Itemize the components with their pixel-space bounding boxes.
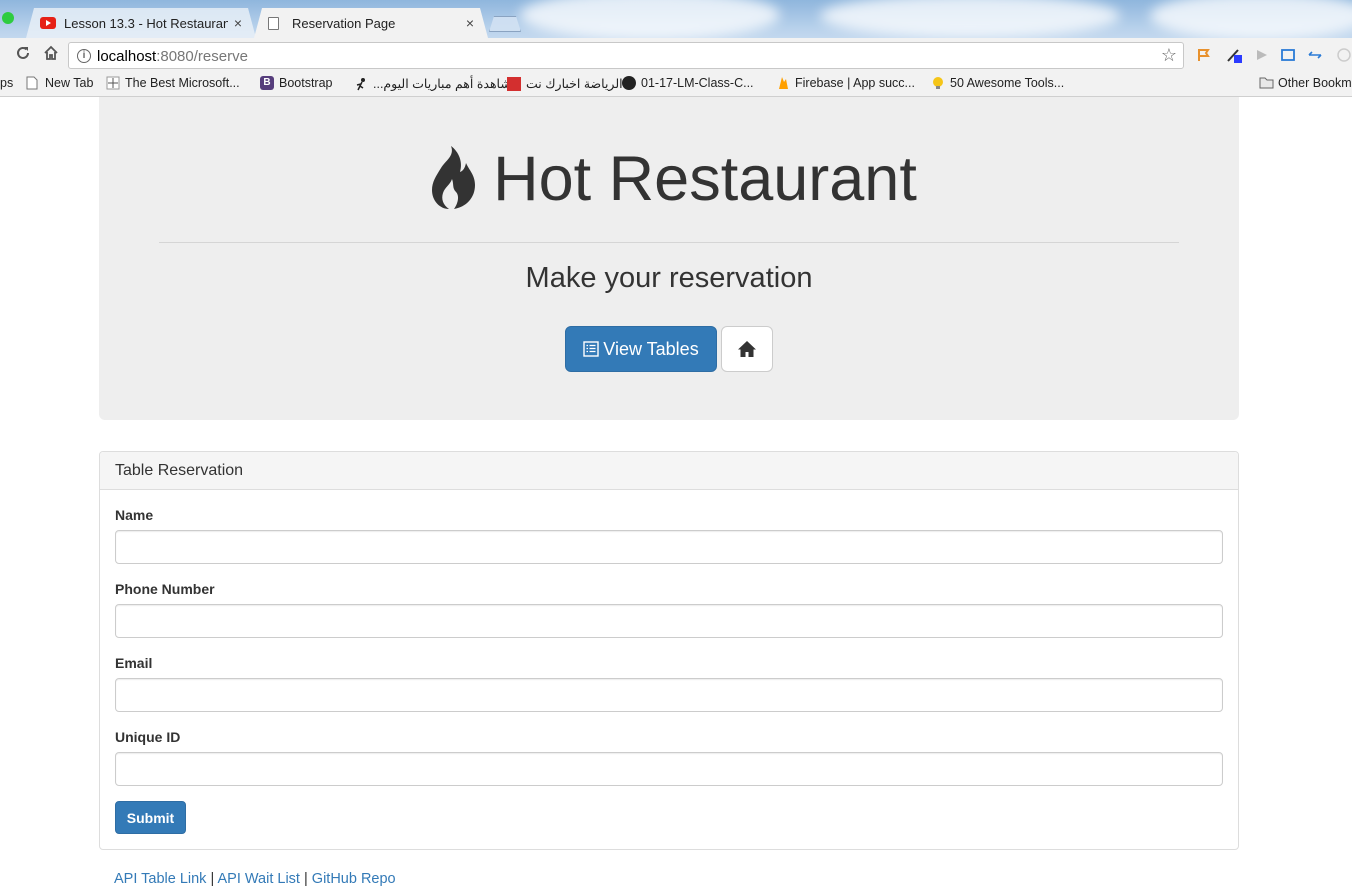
browser-toolbar: i localhost:8080/reserve ☆: [0, 38, 1352, 72]
brand-text: Hot Restaurant: [493, 144, 917, 214]
close-icon[interactable]: ×: [466, 15, 474, 31]
name-input[interactable]: [115, 530, 1223, 564]
browser-chrome: Lesson 13.3 - Hot Restaurant × Reservati…: [0, 0, 1352, 97]
window-maximize-button[interactable]: [2, 12, 14, 24]
bootstrap-icon: B: [260, 76, 274, 90]
bookmark-arabic-news[interactable]: الرياضة اخبارك نت: [507, 76, 623, 91]
document-icon: [26, 76, 40, 90]
folder-icon: [1259, 76, 1274, 90]
bookmark-bootstrap[interactable]: B Bootstrap: [260, 76, 333, 90]
fire-icon: [421, 144, 479, 210]
phone-input[interactable]: [115, 604, 1223, 638]
api-table-link[interactable]: API Table Link: [114, 871, 206, 887]
extension-icon[interactable]: [1226, 47, 1242, 63]
bulb-icon: [931, 76, 945, 90]
bookmark-awesome-tools[interactable]: 50 Awesome Tools...: [931, 76, 1064, 90]
api-wait-list-link[interactable]: API Wait List: [217, 871, 299, 887]
bookmark-new-tab[interactable]: New Tab: [26, 76, 93, 90]
bookmark-star-icon[interactable]: ☆: [1161, 45, 1177, 66]
tab-title: Lesson 13.3 - Hot Restaurant: [64, 15, 228, 31]
unique-id-label: Unique ID: [115, 729, 181, 745]
tab-lesson[interactable]: Lesson 13.3 - Hot Restaurant ×: [26, 8, 256, 38]
extension-icon[interactable]: [1280, 47, 1296, 63]
github-repo-link[interactable]: GitHub Repo: [312, 871, 396, 887]
home-icon[interactable]: [40, 44, 62, 66]
sky-cloud: [520, 0, 780, 40]
tab-reservation[interactable]: Reservation Page ×: [254, 8, 488, 38]
news-icon: [507, 76, 521, 91]
home-icon: [738, 341, 756, 357]
page-subtitle: Make your reservation: [525, 262, 813, 294]
tab-title: Reservation Page: [292, 15, 396, 31]
sky-cloud: [1150, 0, 1352, 40]
home-button[interactable]: [721, 326, 773, 372]
github-icon: [622, 76, 636, 90]
extension-icon[interactable]: [1254, 47, 1270, 63]
compass-icon: [106, 76, 120, 90]
email-label: Email: [115, 655, 153, 671]
separator: |: [303, 871, 308, 887]
bookmark-arabic-matches[interactable]: مشاهدة أهم مباريات اليوم...: [354, 76, 518, 91]
reservation-panel: Table Reservation Name Phone Number Emai…: [99, 451, 1239, 850]
list-icon: [583, 341, 599, 357]
footer-links: API Table Link | API Wait List | GitHub …: [114, 871, 396, 887]
youtube-icon: [40, 17, 56, 29]
phone-label: Phone Number: [115, 581, 215, 597]
bookmark-github[interactable]: 01-17-LM-Class-C...: [622, 76, 754, 90]
separator: |: [210, 871, 215, 887]
extension-icon[interactable]: [1196, 47, 1212, 63]
divider: [159, 242, 1179, 243]
address-bar[interactable]: i localhost:8080/reserve ☆: [68, 42, 1184, 69]
info-icon[interactable]: i: [77, 49, 91, 63]
reload-icon[interactable]: [12, 44, 34, 66]
sky-cloud: [820, 0, 1120, 38]
bookmarks-bar: ps New Tab The Best Microsoft... B Boots…: [0, 72, 1352, 97]
bookmark-apps[interactable]: ps: [0, 76, 13, 90]
close-icon[interactable]: ×: [234, 15, 242, 31]
jumbotron-header: Hot Restaurant Make your reservation Vie…: [99, 97, 1239, 420]
url-text: localhost:8080/reserve: [97, 48, 248, 65]
new-tab-button[interactable]: [489, 16, 521, 32]
bookmark-firebase[interactable]: Firebase | App succ...: [776, 76, 915, 90]
view-tables-label: View Tables: [603, 338, 699, 359]
document-icon: [268, 17, 284, 29]
extension-icon[interactable]: [1307, 47, 1323, 63]
panel-title: Table Reservation: [100, 452, 1238, 490]
bookmark-other[interactable]: Other Bookm: [1259, 76, 1352, 90]
unique-id-input[interactable]: [115, 752, 1223, 786]
firebase-icon: [776, 76, 790, 90]
runner-icon: [354, 77, 368, 91]
view-tables-button[interactable]: View Tables: [565, 326, 717, 372]
page-title: Hot Restaurant: [99, 143, 1239, 216]
submit-button[interactable]: Submit: [115, 801, 186, 834]
bookmark-microsoft[interactable]: The Best Microsoft...: [106, 76, 240, 90]
extension-icon[interactable]: [1336, 47, 1352, 63]
name-label: Name: [115, 507, 154, 523]
email-input[interactable]: [115, 678, 1223, 712]
